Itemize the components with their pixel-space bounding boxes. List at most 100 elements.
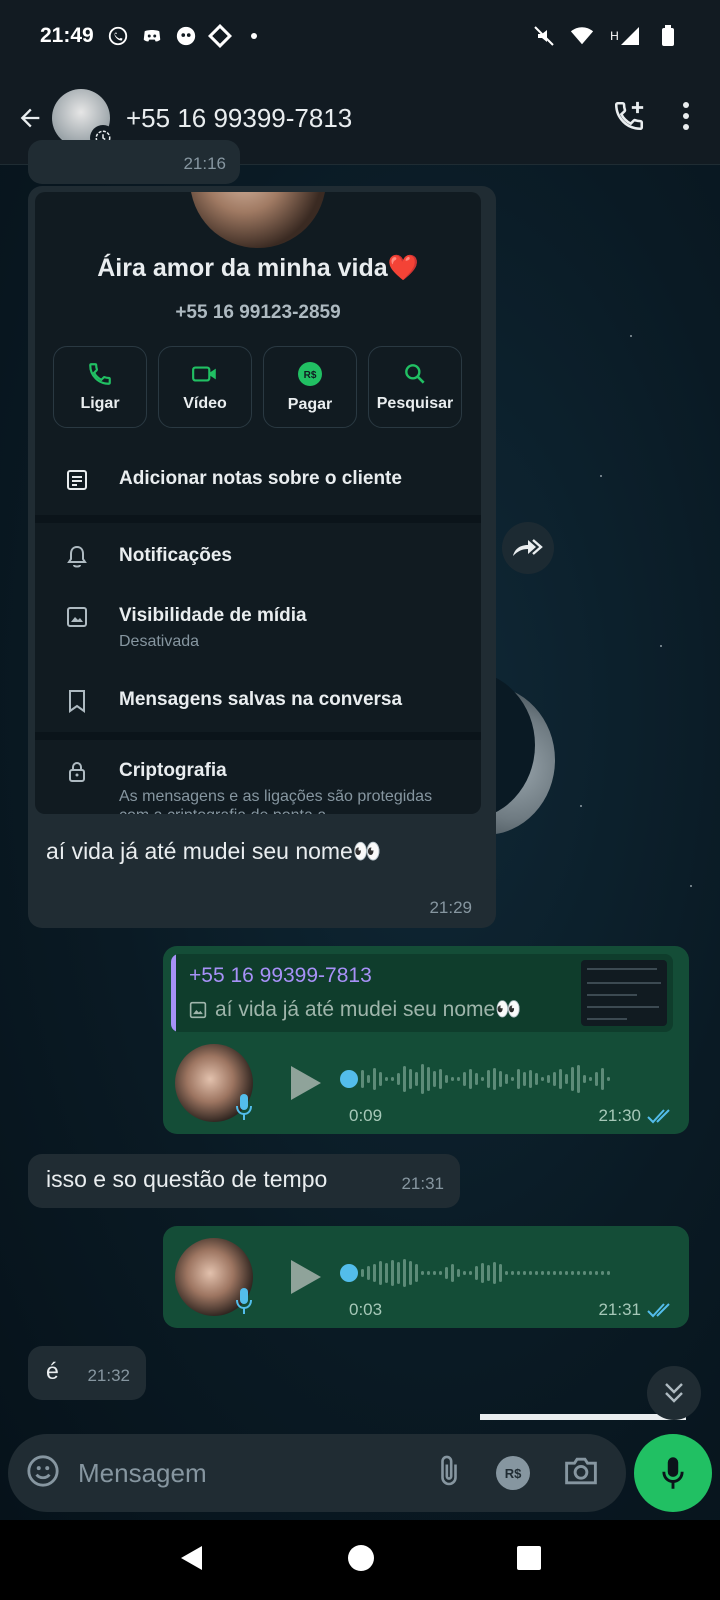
waveform-bar <box>433 1071 436 1087</box>
waveform-bar <box>607 1271 610 1275</box>
nav-home-button[interactable] <box>346 1543 376 1578</box>
waveform-bar <box>385 1263 388 1283</box>
waveform-bar <box>529 1070 532 1088</box>
waveform-bar <box>481 1077 484 1081</box>
shared-screenshot-image[interactable]: Áira amor da minha vida❤️ +55 16 99123-2… <box>35 192 481 814</box>
waveform-bar <box>535 1073 538 1085</box>
voice-duration: 0:03 <box>349 1300 383 1319</box>
waveform-bar <box>493 1262 496 1284</box>
pay-action: R$ Pagar <box>263 346 357 428</box>
waveform-bar <box>445 1075 448 1083</box>
waveform-bar <box>589 1271 592 1275</box>
media-visibility-label: Visibilidade de mídia <box>119 605 307 626</box>
waveform-bar <box>577 1065 580 1093</box>
video-action-label: Vídeo <box>183 395 227 412</box>
waveform-bar <box>469 1069 472 1089</box>
text-message-bubble[interactable]: isso e so questão de tempo 21:31 <box>28 1154 460 1208</box>
waveform-bar <box>529 1271 532 1275</box>
waveform-bar <box>391 1077 394 1081</box>
text-message-bubble[interactable]: é 21:32 <box>28 1346 146 1400</box>
mute-icon <box>532 24 556 48</box>
play-icon <box>291 1260 321 1294</box>
contact-action-row: Ligar Vídeo R$ Pagar Pesquisar <box>53 346 462 428</box>
play-button[interactable] <box>287 1064 323 1107</box>
waveform-bar <box>415 1264 418 1282</box>
square-recents-icon <box>517 1545 541 1570</box>
waveform-bar <box>373 1264 376 1282</box>
nav-recents-button[interactable] <box>516 1545 542 1576</box>
waveform-bar <box>433 1271 436 1275</box>
seek-handle[interactable] <box>340 1264 358 1282</box>
waveform-bar <box>403 1066 406 1092</box>
waveform-bar <box>547 1271 550 1275</box>
pay-icon: R$ <box>298 362 322 386</box>
voice-waveform[interactable] <box>361 1062 661 1096</box>
saved-messages-label: Mensagens salvas na conversa <box>119 689 403 710</box>
voice-waveform[interactable] <box>361 1256 661 1290</box>
encryption-label: Criptografia <box>119 760 227 781</box>
voice-reply-bubble[interactable]: +55 16 99399-7813 aí vida já até mudei s… <box>163 946 689 1134</box>
screenshot-contact-name: Áira amor da minha vida❤️ <box>97 254 419 282</box>
back-button[interactable] <box>12 100 48 136</box>
emoji-button[interactable] <box>26 1454 60 1493</box>
waveform-bar <box>391 1260 394 1286</box>
network-type: H <box>610 29 619 43</box>
message-time-status: 21:31 <box>598 1300 675 1320</box>
waveform-bar <box>499 1264 502 1282</box>
voice-message-bubble[interactable]: 0:03 21:31 <box>163 1226 689 1328</box>
search-action-label: Pesquisar <box>376 395 454 412</box>
waveform-bar <box>427 1271 430 1275</box>
voice-record-button[interactable] <box>634 1434 712 1512</box>
forward-icon <box>513 539 543 556</box>
scroll-to-bottom-button[interactable] <box>647 1366 701 1420</box>
waveform-bar <box>541 1077 544 1081</box>
message-time: 21:16 <box>183 154 226 173</box>
waveform-bar <box>583 1271 586 1275</box>
notifications-row: Notificações <box>35 545 481 569</box>
forward-button[interactable] <box>502 522 554 574</box>
image-icon <box>67 607 87 627</box>
message-bubble-partial[interactable]: 21:16 <box>28 140 240 184</box>
emoji-icon <box>27 1454 59 1487</box>
seek-handle[interactable] <box>340 1070 358 1088</box>
section-divider <box>35 515 481 523</box>
message-time: 21:32 <box>87 1366 130 1385</box>
quoted-message[interactable]: +55 16 99399-7813 aí vida já até mudei s… <box>171 954 673 1032</box>
waveform-bar <box>427 1067 430 1091</box>
waveform-bar <box>463 1072 466 1086</box>
kebab-menu-icon <box>683 101 689 130</box>
waveform-bar <box>385 1077 388 1081</box>
waveform-bar <box>535 1271 538 1275</box>
circle-home-icon <box>348 1544 374 1571</box>
video-icon <box>192 366 216 382</box>
waveform-bar <box>553 1072 556 1086</box>
voice-message-1: 0:09 21:30 <box>175 1044 675 1130</box>
nav-back-button[interactable] <box>178 1543 206 1578</box>
waveform-bar <box>451 1077 454 1081</box>
discord-notification-icon <box>140 24 164 48</box>
waveform-bar <box>493 1068 496 1090</box>
wifi-icon <box>570 24 594 48</box>
more-options-button[interactable] <box>682 101 690 136</box>
waveform-bar <box>469 1271 472 1275</box>
waveform-bar <box>559 1069 562 1089</box>
play-button[interactable] <box>287 1258 323 1301</box>
waveform-bar <box>559 1271 562 1275</box>
waveform-bar <box>523 1072 526 1086</box>
contact-avatar[interactable] <box>52 89 116 151</box>
message-text: é <box>46 1358 59 1384</box>
waveform-bar <box>571 1271 574 1275</box>
waveform-bar <box>445 1267 448 1279</box>
message-time-status: 21:30 <box>598 1106 675 1126</box>
payment-button[interactable]: R$ <box>496 1456 530 1490</box>
waveform-bar <box>571 1067 574 1091</box>
contact-name[interactable]: +55 16 99399-7813 <box>126 103 352 134</box>
waveform-bar <box>439 1069 442 1089</box>
waveform-bar <box>409 1069 412 1089</box>
camera-button[interactable] <box>564 1456 598 1491</box>
play-icon <box>291 1066 321 1100</box>
message-input[interactable]: Mensagem <box>78 1458 207 1489</box>
add-call-button[interactable] <box>612 99 646 138</box>
microphone-icon <box>662 1457 684 1489</box>
attach-button[interactable] <box>436 1453 462 1494</box>
